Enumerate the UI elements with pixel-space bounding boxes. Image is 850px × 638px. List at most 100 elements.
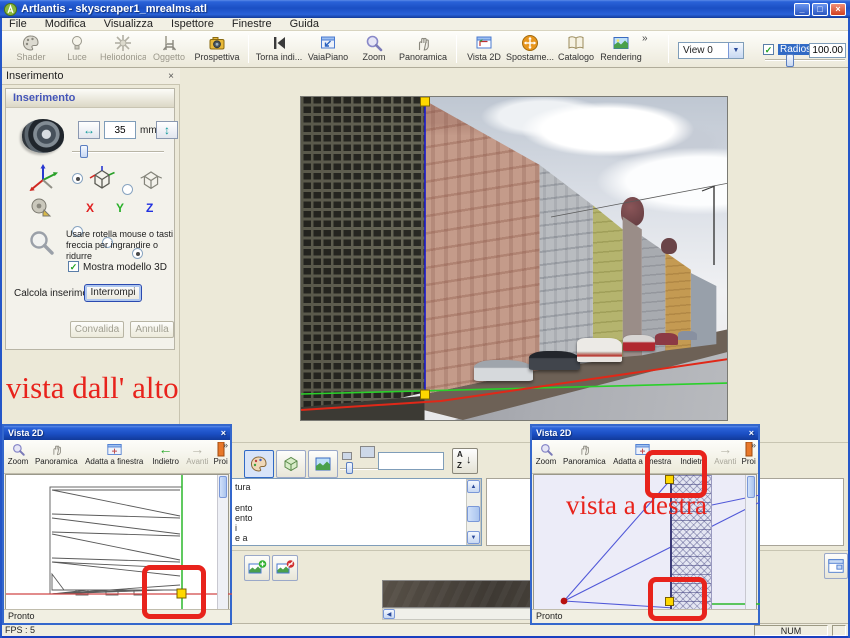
list-item[interactable]: ento: [235, 503, 253, 513]
radiosity-checkbox[interactable]: ✓: [763, 44, 774, 55]
menu-visualizza[interactable]: Visualizza: [95, 18, 162, 31]
vista2d-title: Vista 2D: [8, 428, 43, 438]
catalog-category-list[interactable]: tura ento ento i e a ▲ ▼: [192, 478, 482, 546]
title-bar[interactable]: Artlantis - skyscraper1_mrealms.atl _ □ …: [0, 0, 850, 18]
scroll-thumb[interactable]: [747, 476, 755, 498]
cancel-button[interactable]: Annulla: [130, 321, 174, 338]
list-item[interactable]: e a: [235, 533, 248, 543]
tool-zoom[interactable]: Zoom: [352, 33, 396, 66]
toolbar-overflow-chevron[interactable]: »: [751, 440, 756, 450]
tool-panoramica[interactable]: Panoramica: [396, 33, 450, 66]
list-item[interactable]: i: [235, 523, 237, 533]
maximize-button[interactable]: □: [812, 3, 828, 16]
bulb-icon: [54, 33, 100, 52]
annotation-right-view-label: vista a destra: [566, 490, 707, 521]
validate-button[interactable]: Convalida: [70, 321, 124, 338]
axis-z-label: Z: [146, 201, 153, 215]
v2d-fit-tool[interactable]: Adatta a finestra: [81, 440, 148, 466]
tape-measure-icon: [28, 195, 54, 224]
delete-view-button[interactable]: [272, 555, 298, 581]
vista2d-right-titlebar[interactable]: Vista 2D ×: [532, 426, 758, 440]
v2d-zoom-tool[interactable]: Zoom: [4, 440, 32, 466]
panel-close-icon[interactable]: ×: [168, 71, 174, 82]
toolbar-overflow-chevron[interactable]: »: [223, 440, 228, 450]
inserimento-panel-header[interactable]: Inserimento ×: [0, 68, 180, 85]
list-scrollbar[interactable]: ▲ ▼: [466, 479, 481, 545]
menu-guida[interactable]: Guida: [281, 18, 328, 31]
view-select-dropdown-arrow[interactable]: ▼: [728, 43, 743, 58]
menu-modifica[interactable]: Modifica: [36, 18, 95, 31]
mode-cube-axes-radio[interactable]: [72, 173, 83, 184]
view-select[interactable]: View 0 ▼: [678, 42, 744, 59]
list-item[interactable]: tura: [235, 482, 251, 492]
layout-button[interactable]: [824, 553, 848, 579]
mode-cube-radio[interactable]: [122, 184, 133, 195]
magnifier-icon: [4, 441, 32, 457]
catalog-search-input[interactable]: [378, 452, 444, 470]
annotation-rect-left: [142, 565, 206, 619]
sun-icon: [100, 33, 146, 52]
remove-image-icon: [275, 558, 295, 578]
canvas-scrollbar[interactable]: [745, 475, 756, 610]
focal-tele-button[interactable]: ↕: [156, 121, 178, 139]
catalog-shaders-button[interactable]: [244, 450, 274, 478]
catalog-images-button[interactable]: [308, 450, 338, 478]
radiosity-value-input[interactable]: [809, 43, 846, 58]
catalog-objects-button[interactable]: [276, 450, 306, 478]
v2d-forward-tool[interactable]: → Avanti: [711, 440, 739, 466]
scroll-down-arrow[interactable]: ▼: [467, 531, 480, 544]
focal-slider-thumb[interactable]: [80, 145, 88, 158]
zoom-hint-line2: freccia per ingrandire o ridurre: [66, 240, 174, 262]
tool-oggetto[interactable]: Oggetto: [146, 33, 192, 66]
interrupt-button[interactable]: Interrompi: [84, 284, 142, 302]
close-icon[interactable]: ×: [221, 428, 226, 438]
menu-finestre[interactable]: Finestre: [223, 18, 281, 31]
palette-icon: [249, 454, 269, 474]
v2d-pan-tool[interactable]: Panoramica: [560, 440, 609, 466]
minimize-button[interactable]: _: [794, 3, 810, 16]
tool-prospettiva[interactable]: Prospettiva: [192, 33, 242, 66]
radiosity-slider-thumb[interactable]: [786, 54, 794, 67]
v2d-zoom-tool[interactable]: Zoom: [532, 440, 560, 466]
tool-catalogo[interactable]: Catalogo: [554, 33, 598, 66]
v2d-forward-tool[interactable]: → Avanti: [183, 440, 211, 466]
radiosity-slider-track[interactable]: [765, 59, 845, 61]
scroll-up-arrow[interactable]: ▲: [467, 480, 480, 493]
show-model-checkbox[interactable]: ✓: [68, 261, 79, 272]
window-frame-left: [0, 18, 2, 638]
list-item[interactable]: ento: [235, 513, 253, 523]
v2d-back-tool[interactable]: ← Indietro: [148, 440, 183, 466]
toolbar-overflow-chevron[interactable]: »: [642, 33, 648, 44]
zoom-hint-magnifier-icon: [28, 229, 56, 260]
focal-wide-button[interactable]: ↔: [78, 121, 100, 139]
sort-az-button[interactable]: A Z ↓: [452, 448, 478, 474]
main-toolbar: Shader Luce Heliodonica Oggetto Prospett…: [0, 31, 850, 68]
tool-torna-indietro[interactable]: Torna indi...: [254, 33, 304, 66]
tool-vista-2d[interactable]: Vista 2D: [462, 33, 506, 66]
tool-heliodonica[interactable]: Heliodonica: [100, 33, 146, 66]
menu-ispettore[interactable]: Ispettore: [162, 18, 223, 31]
thumb-size-slider-thumb[interactable]: [346, 462, 353, 474]
menu-file[interactable]: File: [0, 18, 36, 31]
cube-icon: [136, 165, 166, 198]
tool-spostamento[interactable]: Spostame...: [506, 33, 554, 66]
close-button[interactable]: ×: [830, 3, 846, 16]
list-scroll-thumb[interactable]: [467, 506, 480, 522]
vista2d-left-titlebar[interactable]: Vista 2D ×: [4, 426, 230, 440]
canvas-scrollbar[interactable]: [217, 475, 228, 610]
tool-vaiapiano[interactable]: VaiaPiano: [304, 33, 352, 66]
perspective-viewport[interactable]: [300, 96, 728, 421]
add-view-button[interactable]: [244, 555, 270, 581]
tool-luce[interactable]: Luce: [54, 33, 100, 66]
close-icon[interactable]: ×: [749, 428, 754, 438]
scroll-left-arrow[interactable]: ◀: [383, 609, 395, 619]
inserimento-panel-title: Inserimento: [6, 70, 63, 82]
v2d-pan-tool[interactable]: Panoramica: [32, 440, 81, 466]
camera-lens-icon: [22, 119, 64, 153]
tool-rendering[interactable]: Rendering: [598, 33, 644, 66]
fps-status: FPS : 5: [5, 625, 35, 635]
scroll-thumb[interactable]: [219, 476, 227, 498]
tool-shader[interactable]: Shader: [8, 33, 54, 66]
focal-length-input[interactable]: [104, 121, 136, 139]
num-lock-indicator: NUM: [754, 625, 828, 636]
